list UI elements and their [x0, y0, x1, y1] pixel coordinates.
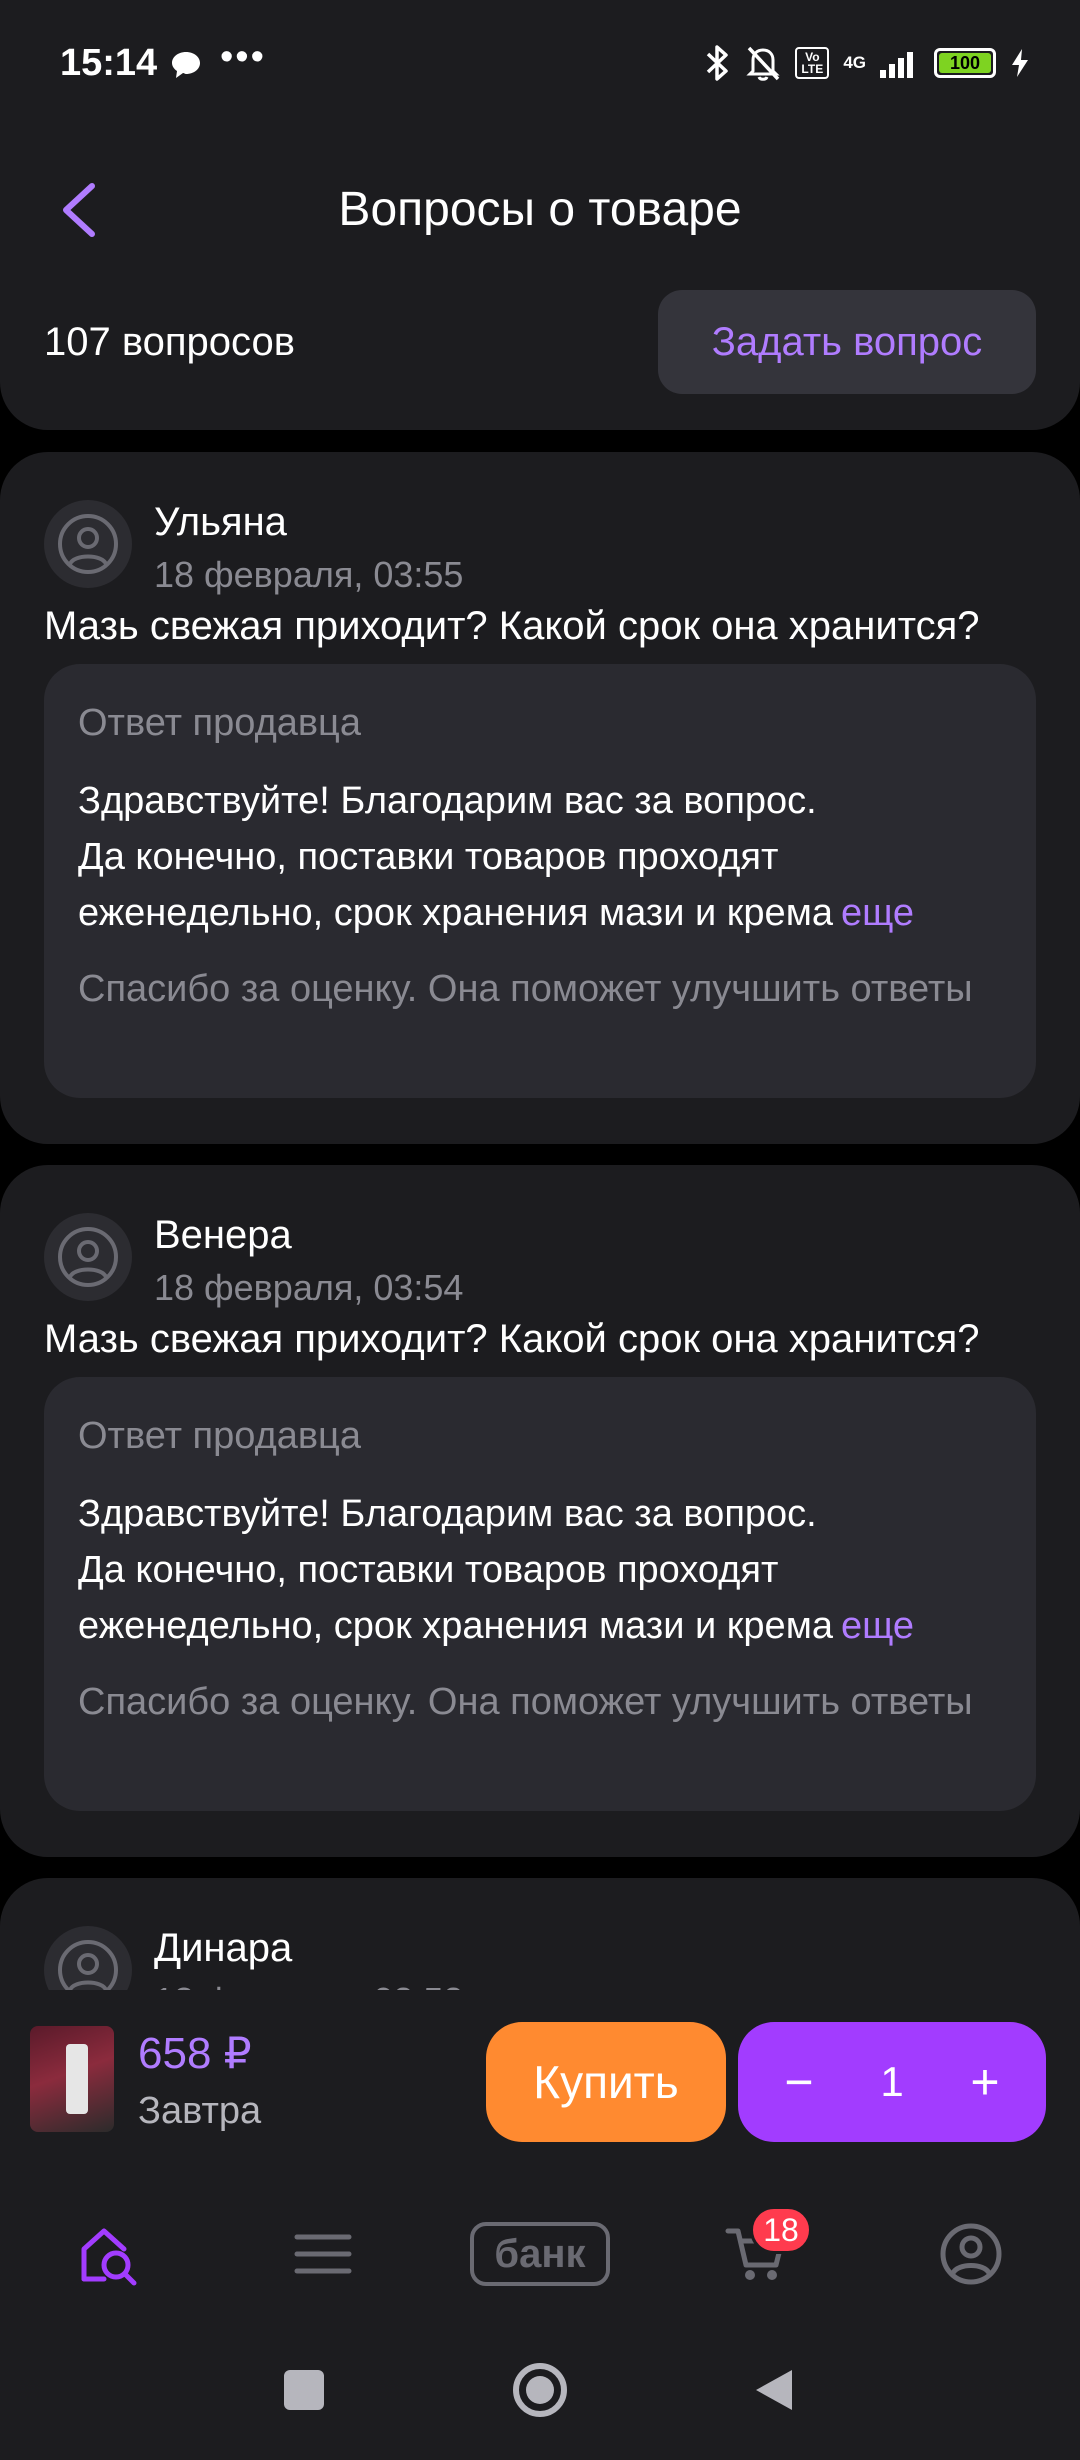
status-icons: Vo LTE 4G 100	[705, 44, 1030, 82]
status-time: 15:14	[60, 42, 158, 84]
charging-icon	[1012, 49, 1028, 77]
decrease-quantity-button[interactable]: −	[774, 2053, 824, 2111]
page-header: Вопросы о товаре 107 вопросов Задать воп…	[0, 130, 1080, 430]
product-price: 658 ₽	[138, 2029, 252, 2078]
rating-thanks-text: Спасибо за оценку. Она поможет улучшить …	[78, 1681, 973, 1723]
quantity-value: 1	[880, 2058, 904, 2105]
home-button-icon[interactable]	[510, 2360, 570, 2420]
answer-label: Ответ продавца	[78, 1415, 361, 1457]
question-count: 107 вопросов	[44, 320, 295, 364]
question-author: Ульяна	[154, 500, 287, 544]
answer-line: еженедельно, срок хранения мази и крема	[78, 892, 833, 934]
seller-answer: Ответ продавца Здравствуйте! Благодарим …	[44, 1377, 1036, 1811]
nav-home[interactable]	[64, 2214, 154, 2294]
signal-icon	[880, 52, 913, 78]
question-date: 18 февраля, 03:53	[154, 1980, 463, 1990]
quantity-stepper: − 1 +	[738, 2022, 1046, 2142]
rating-thanks-text: Спасибо за оценку. Она поможет улучшить …	[78, 968, 973, 1010]
avatar	[44, 1926, 132, 1990]
buy-button[interactable]: Купить	[486, 2022, 726, 2142]
network-type-icon: 4G	[843, 53, 866, 72]
recent-apps-icon[interactable]	[282, 2368, 326, 2412]
expand-answer-link[interactable]: еще	[841, 1598, 914, 1654]
question-author: Венера	[154, 1213, 292, 1257]
question-date: 18 февраля, 03:54	[154, 1267, 464, 1308]
menu-icon	[294, 2234, 352, 2274]
question-date: 18 февраля, 03:55	[154, 554, 464, 595]
ask-question-button[interactable]: Задать вопрос	[658, 290, 1036, 394]
bottom-navigation: банк 18	[0, 2190, 1080, 2320]
answer-line: еженедельно, срок хранения мази и крема	[78, 1605, 833, 1647]
more-notifications-icon: •••	[220, 36, 266, 78]
delivery-date: Завтра	[138, 2090, 262, 2132]
volte-icon: Vo LTE	[795, 47, 830, 79]
question-card: Динара 18 февраля, 03:53	[0, 1878, 1080, 1990]
system-navigation	[0, 2320, 1080, 2460]
question-text: Мазь свежая приходит? Какой срок она хра…	[44, 604, 980, 648]
question-author: Динара	[154, 1926, 293, 1970]
profile-icon	[940, 2223, 1002, 2285]
answer-line: Да конечно, поставки товаров проходят	[78, 1549, 779, 1591]
back-button-icon[interactable]	[752, 2366, 796, 2414]
question-card: Ульяна 18 февраля, 03:55 Мазь свежая при…	[0, 452, 1080, 1144]
chat-notification-icon	[172, 52, 200, 78]
answer-line: Здравствуйте! Благодарим вас за вопрос.	[78, 1493, 817, 1535]
user-avatar-icon	[58, 1940, 118, 1990]
nav-catalog[interactable]	[278, 2214, 368, 2294]
answer-line: Да конечно, поставки товаров проходят	[78, 836, 779, 878]
avatar	[44, 500, 132, 588]
nav-profile[interactable]	[926, 2214, 1016, 2294]
increase-quantity-button[interactable]: +	[960, 2053, 1010, 2111]
seller-answer: Ответ продавца Здравствуйте! Благодарим …	[44, 664, 1036, 1098]
status-bar: 15:14 ••• Vo LTE 4G 100	[0, 0, 1080, 130]
user-avatar-icon	[58, 514, 118, 574]
answer-line: Здравствуйте! Благодарим вас за вопрос.	[78, 780, 817, 822]
product-thumbnail[interactable]	[30, 2026, 114, 2132]
avatar	[44, 1213, 132, 1301]
page-title: Вопросы о товаре	[338, 183, 742, 236]
home-search-icon	[81, 2228, 137, 2286]
answer-label: Ответ продавца	[78, 702, 361, 744]
cart-badge: 18	[750, 2206, 812, 2254]
bluetooth-icon	[707, 45, 729, 81]
user-avatar-icon	[58, 1227, 118, 1287]
buy-bar: 658 ₽ Завтра Купить − 1 +	[0, 1990, 1080, 2190]
battery-icon: 100	[934, 48, 996, 78]
expand-answer-link[interactable]: еще	[841, 885, 914, 941]
question-card: Венера 18 февраля, 03:54 Мазь свежая при…	[0, 1165, 1080, 1857]
mute-bell-icon	[746, 46, 780, 81]
question-text: Мазь свежая приходит? Какой срок она хра…	[44, 1317, 980, 1361]
nav-bank[interactable]: банк	[470, 2222, 610, 2286]
battery-level: 100	[949, 52, 981, 73]
